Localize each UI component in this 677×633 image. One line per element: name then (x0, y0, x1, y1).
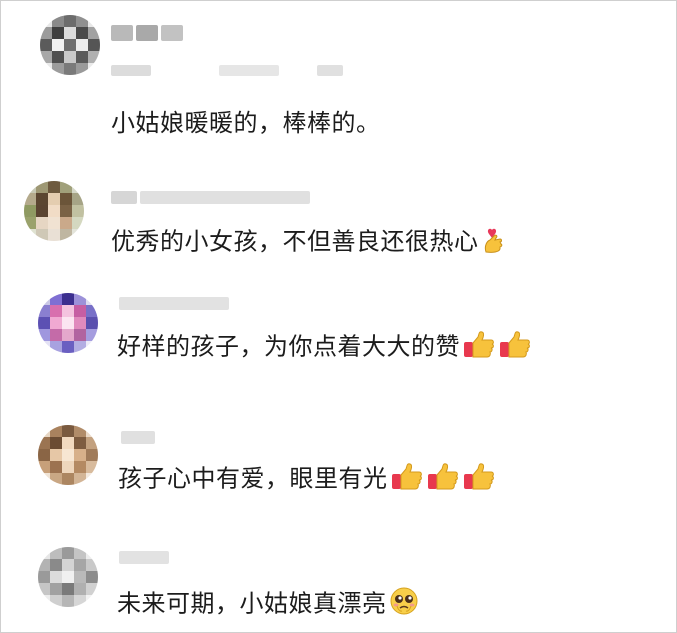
username-blurred[interactable] (119, 549, 172, 564)
comment-text-body: 未来可期，小姑娘真漂亮 (117, 589, 387, 618)
avatar[interactable] (40, 15, 100, 75)
comment-text-body: 孩子心中有爱，眼里有光 (118, 464, 388, 493)
comment-text: 未来可期，小姑娘真漂亮 (117, 586, 419, 623)
thumbs-up-icon (462, 329, 496, 366)
thumbs-up-icon (426, 461, 460, 498)
comment-item: 好样的孩子，为你点着大大的赞 (1, 281, 676, 411)
comment-item: 孩子心中有爱，眼里有光 (1, 411, 676, 531)
avatar[interactable] (24, 181, 84, 241)
comment-text-body: 好样的孩子，为你点着大大的赞 (117, 332, 460, 361)
avatar-pixelated (38, 293, 98, 353)
username-blurred[interactable] (111, 189, 313, 204)
comment-text: 小姑娘暖暖的，棒棒的。 (111, 109, 381, 137)
username-blurred[interactable] (121, 429, 158, 444)
avatar[interactable] (38, 547, 98, 607)
pleading-face-icon (389, 586, 419, 623)
username-blurred[interactable] (111, 25, 186, 41)
meta-blurred (111, 61, 346, 76)
comment-text: 孩子心中有爱，眼里有光 (118, 461, 496, 498)
avatar-pixelated (40, 15, 100, 75)
comment-feed: 小姑娘暖暖的，棒棒的。 优秀的小女孩，不但善良还很热心 好样的孩子，为你点着大大… (0, 0, 677, 633)
comment-item: 小姑娘暖暖的，棒棒的。 (1, 1, 676, 161)
thumbs-up-icon (390, 461, 424, 498)
avatar[interactable] (38, 293, 98, 353)
thumbs-up-icon (498, 329, 532, 366)
comment-text: 好样的孩子，为你点着大大的赞 (117, 329, 532, 366)
avatar[interactable] (38, 425, 98, 485)
heart-hands-icon (481, 224, 509, 261)
comment-item: 优秀的小女孩，不但善良还很热心 (1, 161, 676, 281)
avatar-pixelated (38, 425, 98, 485)
avatar-pixelated (24, 181, 84, 241)
comment-text: 优秀的小女孩，不但善良还很热心 (111, 224, 509, 261)
thumbs-up-icon (462, 461, 496, 498)
username-blurred[interactable] (119, 295, 232, 310)
comment-item: 未来可期，小姑娘真漂亮 (1, 531, 676, 632)
comment-text-body: 优秀的小女孩，不但善良还很热心 (111, 227, 479, 256)
avatar-pixelated (38, 547, 98, 607)
